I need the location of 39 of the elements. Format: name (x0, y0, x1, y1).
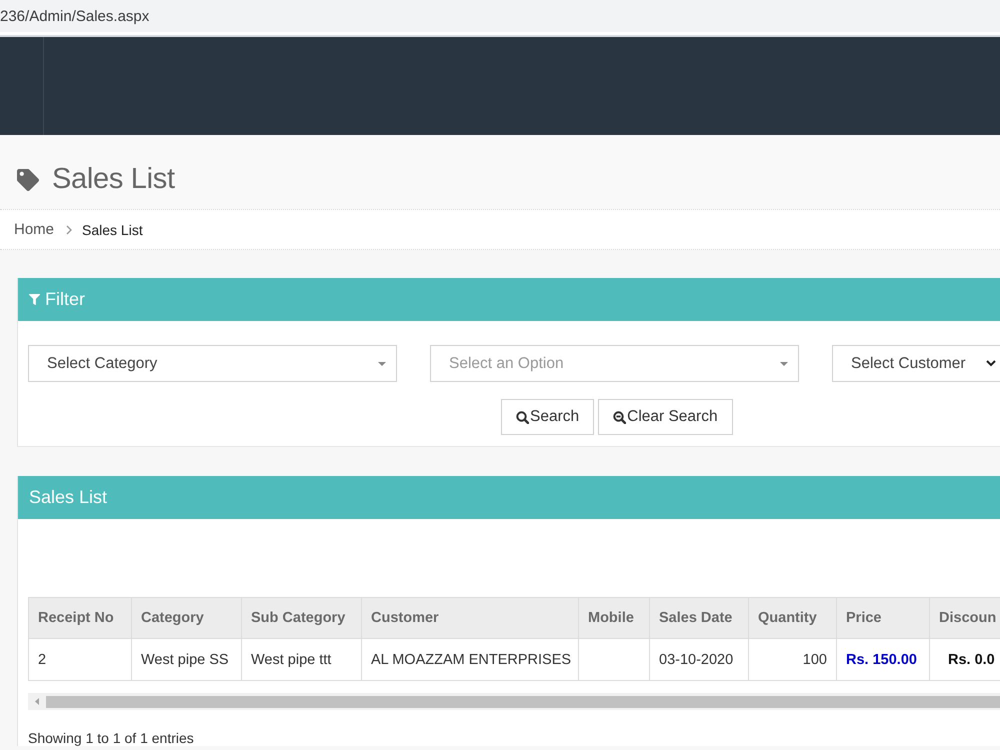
table-cell: 100 (748, 638, 836, 680)
table-cell: West pipe ttt (242, 638, 362, 680)
column-header[interactable]: Category (132, 598, 242, 638)
caret-icon (378, 362, 386, 366)
table-cell: 03-10-2020 (650, 638, 748, 680)
search-button[interactable]: Search (501, 399, 594, 435)
zoom-out-icon (613, 410, 626, 424)
caret-icon (780, 362, 788, 366)
column-header[interactable]: Quantity (748, 598, 836, 638)
chevron-down-icon (986, 360, 996, 367)
dropdown-select[interactable]: Select Customer (832, 345, 1000, 382)
tag-icon (17, 168, 39, 190)
column-header[interactable]: Customer (362, 598, 578, 638)
address-bar[interactable]: 236/Admin/Sales.aspx (0, 0, 1000, 35)
table-cell: West pipe SS (132, 638, 242, 680)
scroll-left-arrow-icon[interactable] (35, 698, 39, 705)
table-cell: AL MOAZZAM ENTERPRISES (362, 638, 578, 680)
page-title: Sales List (52, 163, 175, 196)
entries-info: Showing 1 to 1 of 1 entries (28, 730, 195, 746)
column-header[interactable]: Sub Category (242, 598, 362, 638)
breadcrumb-link[interactable]: Home (14, 221, 54, 238)
horizontal-scrollbar[interactable] (28, 693, 1000, 710)
scrollbar-thumb[interactable] (46, 696, 1000, 708)
column-header[interactable]: Receipt No (28, 598, 132, 638)
dropdown-select[interactable]: Select Category (28, 345, 397, 382)
table-cell: 2 (28, 638, 132, 680)
filter-icon (29, 294, 40, 305)
column-header[interactable]: Mobile (578, 598, 650, 638)
column-header[interactable]: Sales Date (650, 598, 748, 638)
column-header[interactable]: Price (836, 598, 930, 638)
panel-title: Sales List (29, 487, 108, 508)
search-icon (516, 410, 529, 424)
panel-title: Filter (45, 289, 85, 310)
dropdown-select[interactable]: Select an Option (430, 345, 799, 382)
clear-search-button[interactable]: Clear Search (598, 399, 733, 435)
table-cell: Rs. 150.00 (836, 638, 930, 680)
chevron-icon (66, 224, 72, 234)
column-header[interactable]: Discoun (930, 598, 1000, 638)
breadcrumb-current: Sales List (82, 222, 143, 238)
